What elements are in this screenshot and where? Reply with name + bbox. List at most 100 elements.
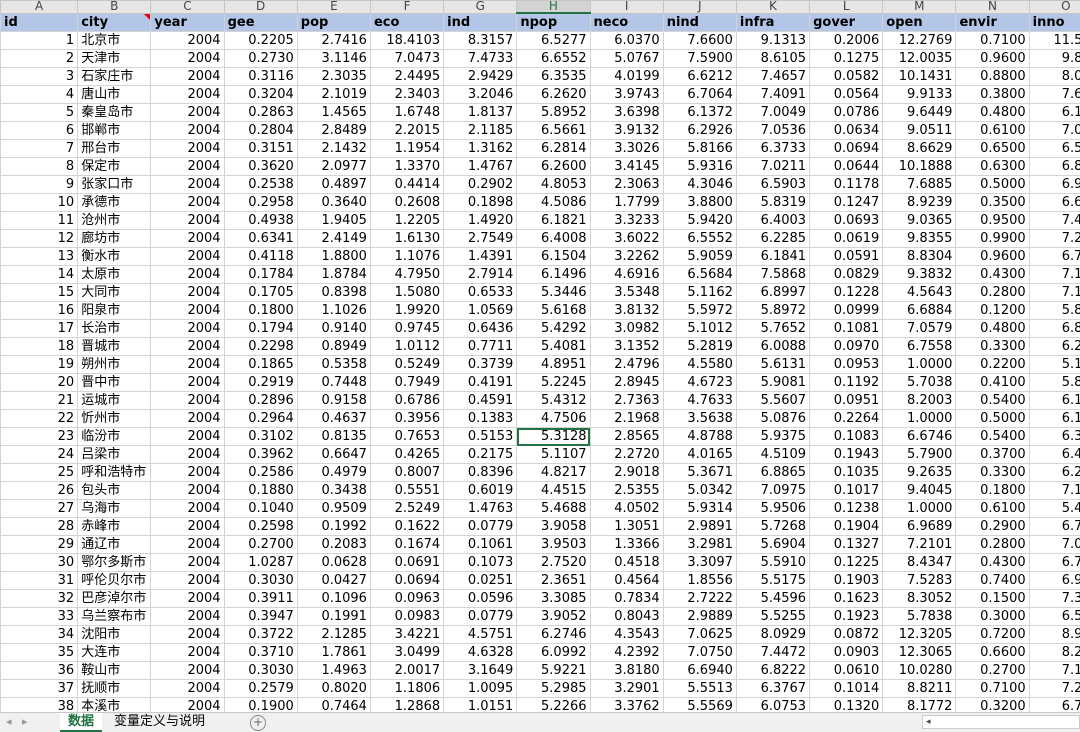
cell-inno[interactable]: 7.162 [1028,481,1080,500]
cell-envir[interactable]: 0.6500 [955,139,1030,158]
cell-open[interactable]: 1.0000 [882,355,957,374]
header-cell-inno[interactable]: inno [1028,12,1080,32]
cell-gee[interactable]: 0.3710 [223,643,298,662]
cell-neco[interactable]: 0.4564 [589,571,664,590]
cell-id[interactable]: 7 [0,139,79,158]
cell-npop[interactable]: 3.3085 [516,589,591,608]
cell-neco[interactable]: 0.4518 [589,553,664,572]
cell-gover[interactable]: 0.0644 [809,157,884,176]
cell-pop[interactable]: 0.8398 [296,283,371,302]
cell-npop[interactable]: 2.7520 [516,553,591,572]
cell-infra[interactable]: 6.1841 [735,247,811,266]
cell-ind[interactable]: 1.4767 [443,157,518,176]
cell-city[interactable]: 沧州市 [77,211,152,230]
cell-id[interactable]: 29 [0,535,79,554]
cell-infra[interactable]: 6.5903 [735,175,811,194]
cell-year[interactable]: 2004 [150,67,225,86]
cell-inno[interactable]: 6.945 [1028,175,1080,194]
cell-open[interactable]: 8.6629 [882,139,957,158]
cell-inno[interactable]: 6.553 [1028,607,1080,626]
cell-open[interactable]: 9.3832 [882,265,957,284]
cell-year[interactable]: 2004 [150,85,225,104]
column-header-l[interactable]: L [809,0,884,14]
cell-nind[interactable]: 5.8166 [662,139,737,158]
cell-eco[interactable]: 1.2205 [369,211,445,230]
cell-npop[interactable]: 6.1496 [516,265,591,284]
cell-neco[interactable]: 2.1968 [589,409,664,428]
cell-neco[interactable]: 1.3366 [589,535,664,554]
cell-inno[interactable]: 6.246 [1028,463,1080,482]
cell-open[interactable]: 9.6449 [882,103,957,122]
cell-envir[interactable]: 0.3300 [955,463,1030,482]
cell-year[interactable]: 2004 [150,211,225,230]
cell-neco[interactable]: 2.8565 [589,427,664,446]
cell-pop[interactable]: 0.1992 [296,517,371,536]
cell-envir[interactable]: 0.1200 [955,301,1030,320]
cell-npop[interactable]: 4.4515 [516,481,591,500]
cell-eco[interactable]: 2.0017 [369,661,445,680]
cell-inno[interactable]: 5.843 [1028,373,1080,392]
cell-nind[interactable]: 6.5552 [662,229,737,248]
cell-nind[interactable]: 1.8556 [662,571,737,590]
cell-eco[interactable]: 0.0963 [369,589,445,608]
cell-year[interactable]: 2004 [150,157,225,176]
cell-pop[interactable]: 2.8489 [296,121,371,140]
cell-id[interactable]: 33 [0,607,79,626]
cell-neco[interactable]: 3.6022 [589,229,664,248]
cell-city[interactable]: 运城市 [77,391,152,410]
cell-envir[interactable]: 0.9600 [955,247,1030,266]
cell-infra[interactable]: 6.0088 [735,337,811,356]
cell-npop[interactable]: 6.2814 [516,139,591,158]
cell-gover[interactable]: 0.0872 [809,625,884,644]
cell-infra[interactable]: 6.2285 [735,229,811,248]
cell-npop[interactable]: 5.9221 [516,661,591,680]
cell-id[interactable]: 28 [0,517,79,536]
prev-sheet-icon[interactable]: ◂ [6,715,12,728]
cell-gover[interactable]: 0.1178 [809,175,884,194]
column-header-e[interactable]: E [296,0,371,14]
cell-npop[interactable]: 5.4292 [516,319,591,338]
cell-ind[interactable]: 2.7914 [443,265,518,284]
cell-infra[interactable]: 8.0929 [735,625,811,644]
cell-year[interactable]: 2004 [150,535,225,554]
cell-nind[interactable]: 4.7633 [662,391,737,410]
cell-pop[interactable]: 0.5358 [296,355,371,374]
cell-nind[interactable]: 6.5684 [662,265,737,284]
cell-npop[interactable]: 6.1821 [516,211,591,230]
cell-infra[interactable]: 8.6105 [735,49,811,68]
cell-pop[interactable]: 3.1146 [296,49,371,68]
cell-gee[interactable]: 0.3151 [223,139,298,158]
column-header-c[interactable]: C [150,0,225,14]
cell-gee[interactable]: 0.3204 [223,85,298,104]
cell-eco[interactable]: 0.1674 [369,535,445,554]
cell-id[interactable]: 12 [0,229,79,248]
cell-pop[interactable]: 1.7861 [296,643,371,662]
header-cell-open[interactable]: open [882,12,957,32]
cell-inno[interactable]: 6.242 [1028,337,1080,356]
cell-city[interactable]: 临汾市 [77,427,152,446]
cell-eco[interactable]: 0.2608 [369,193,445,212]
cell-npop[interactable]: 6.6552 [516,49,591,68]
cell-eco[interactable]: 4.7950 [369,265,445,284]
cell-gover[interactable]: 0.0619 [809,229,884,248]
cell-year[interactable]: 2004 [150,625,225,644]
cell-city[interactable]: 朔州市 [77,355,152,374]
cell-gee[interactable]: 0.2804 [223,121,298,140]
next-sheet-icon[interactable]: ▸ [22,715,28,728]
cell-neco[interactable]: 0.7834 [589,589,664,608]
cell-envir[interactable]: 0.3700 [955,445,1030,464]
cell-gover[interactable]: 0.1623 [809,589,884,608]
cell-eco[interactable]: 2.2015 [369,121,445,140]
cell-inno[interactable]: 6.763 [1028,517,1080,536]
cell-open[interactable]: 9.0365 [882,211,957,230]
cell-gee[interactable]: 0.2298 [223,337,298,356]
cell-neco[interactable]: 3.2262 [589,247,664,266]
cell-gover[interactable]: 0.1904 [809,517,884,536]
cell-open[interactable]: 8.2003 [882,391,957,410]
cell-ind[interactable]: 0.1061 [443,535,518,554]
cell-nind[interactable]: 5.5513 [662,679,737,698]
cell-gover[interactable]: 0.1014 [809,679,884,698]
cell-nind[interactable]: 7.5900 [662,49,737,68]
cell-neco[interactable]: 0.8043 [589,607,664,626]
cell-npop[interactable]: 5.3128 [516,427,591,446]
